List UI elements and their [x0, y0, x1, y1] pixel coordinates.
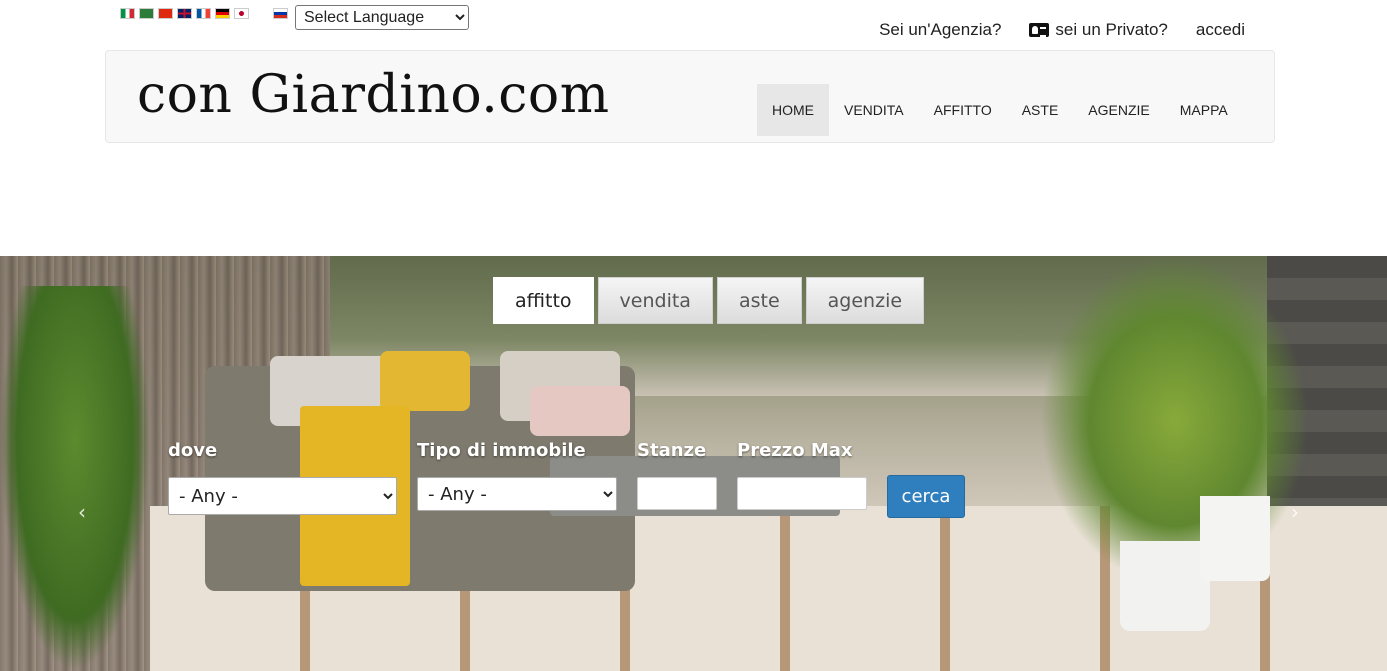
hero-carousel: affitto vendita aste agenzie dove - Any … — [0, 256, 1387, 671]
id-card-icon — [1029, 23, 1050, 37]
nav-item-vendita[interactable]: VENDITA — [829, 84, 919, 136]
site-logo[interactable]: con Giardino.com — [137, 65, 610, 125]
nav-item-agenzie[interactable]: AGENZIE — [1073, 84, 1164, 136]
tab-vendita[interactable]: vendita — [597, 277, 713, 324]
hero-image-pot — [1120, 541, 1210, 631]
hero-image-tree — [0, 286, 150, 671]
private-link-label: sei un Privato? — [1055, 20, 1168, 39]
carousel-next-icon[interactable]: › — [1291, 500, 1299, 524]
flag-italy-icon[interactable] — [120, 8, 135, 19]
flag-uk-icon[interactable] — [177, 8, 192, 19]
prezzo-label: Prezzo Max — [737, 440, 853, 461]
login-link[interactable]: accedi — [1196, 20, 1245, 40]
tab-affitto[interactable]: affitto — [493, 277, 594, 324]
hero-image-cushion — [530, 386, 630, 436]
tipo-select[interactable]: - Any - — [417, 477, 617, 511]
search-tabs: affitto vendita aste agenzie — [493, 277, 925, 324]
flag-germany-icon[interactable] — [215, 8, 230, 19]
account-links: Sei un'Agenzia? sei un Privato? accedi — [879, 20, 1245, 40]
nav-item-mappa[interactable]: MAPPA — [1165, 84, 1243, 136]
tipo-label: Tipo di immobile — [417, 440, 586, 461]
prezzo-input[interactable] — [737, 477, 867, 510]
flag-japan-icon[interactable] — [234, 8, 249, 19]
flag-france-icon[interactable] — [196, 8, 211, 19]
flag-russia-icon[interactable] — [273, 8, 288, 19]
top-bar: Select Language Sei un'Agenzia? sei un P… — [0, 0, 1387, 50]
dove-label: dove — [168, 440, 218, 461]
hero-image-cushion — [380, 351, 470, 411]
search-button[interactable]: cerca — [887, 475, 965, 518]
language-select[interactable]: Select Language — [295, 5, 469, 30]
navbar: con Giardino.com HOME VENDITA AFFITTO AS… — [105, 50, 1275, 143]
main-nav: HOME VENDITA AFFITTO ASTE AGENZIE MAPPA — [757, 84, 1243, 136]
tab-aste[interactable]: aste — [716, 277, 802, 324]
private-link[interactable]: sei un Privato? — [1029, 20, 1168, 40]
stanze-input[interactable] — [637, 477, 717, 510]
dove-select[interactable]: - Any - — [168, 477, 397, 515]
flag-china-icon[interactable] — [158, 8, 173, 19]
nav-item-home[interactable]: HOME — [757, 84, 829, 136]
flag-arabic-icon[interactable] — [139, 8, 154, 19]
nav-item-affitto[interactable]: AFFITTO — [919, 84, 1007, 136]
agency-link[interactable]: Sei un'Agenzia? — [879, 20, 1001, 40]
hero-image-pot — [1200, 496, 1270, 581]
nav-item-aste[interactable]: ASTE — [1007, 84, 1074, 136]
tab-agenzie[interactable]: agenzie — [805, 277, 925, 324]
stanze-label: Stanze — [637, 440, 707, 461]
carousel-prev-icon[interactable]: ‹ — [78, 500, 86, 524]
language-flags — [120, 8, 288, 19]
